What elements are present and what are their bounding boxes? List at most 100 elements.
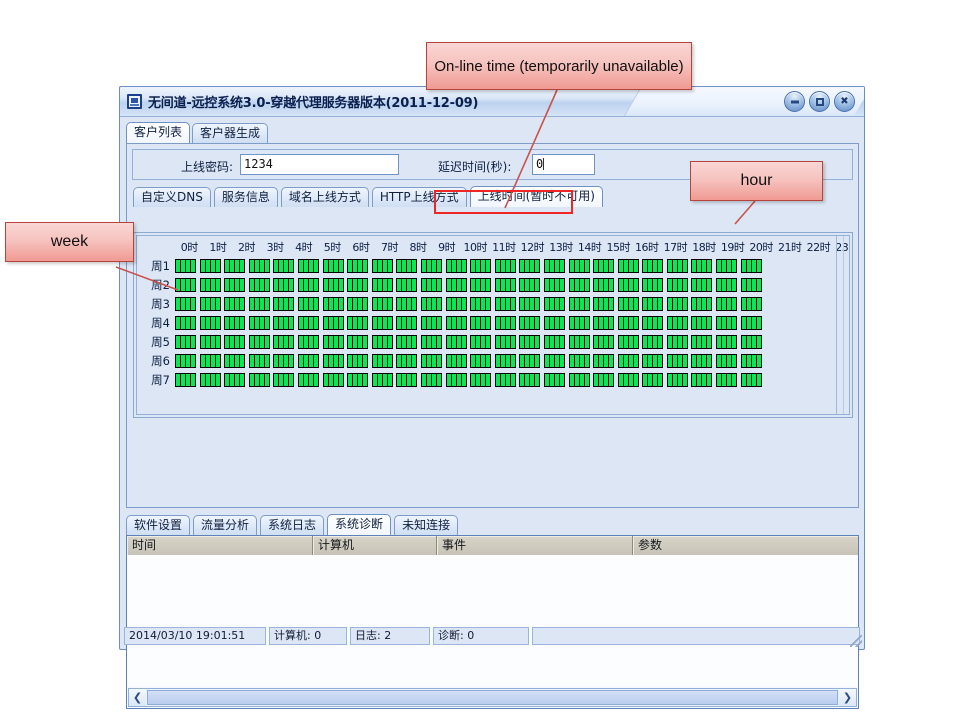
quarter-cell[interactable] bbox=[558, 334, 565, 349]
quarter-cell[interactable] bbox=[731, 353, 738, 368]
quarter-cell[interactable] bbox=[657, 277, 664, 292]
quarter-cell[interactable] bbox=[731, 296, 738, 311]
quarter-cell[interactable] bbox=[288, 334, 295, 349]
quarter-cell[interactable] bbox=[706, 296, 713, 311]
quarter-cell[interactable] bbox=[731, 258, 738, 273]
quarter-cell[interactable] bbox=[681, 296, 688, 311]
quarter-cell[interactable] bbox=[263, 353, 270, 368]
quarter-cell[interactable] bbox=[755, 277, 762, 292]
quarter-cell[interactable] bbox=[608, 334, 615, 349]
quarter-cell[interactable] bbox=[337, 372, 344, 387]
quarter-cell[interactable] bbox=[337, 258, 344, 273]
quarter-cell[interactable] bbox=[657, 258, 664, 273]
quarter-cell[interactable] bbox=[460, 296, 467, 311]
column-header-event[interactable]: 事件 bbox=[437, 536, 633, 555]
quarter-cell[interactable] bbox=[608, 296, 615, 311]
quarter-cell[interactable] bbox=[214, 334, 221, 349]
quarter-cell[interactable] bbox=[583, 334, 590, 349]
tab-online-time[interactable]: 上线时间(暂时不可用) bbox=[469, 186, 603, 207]
quarter-cell[interactable] bbox=[386, 372, 393, 387]
quarter-cell[interactable] bbox=[706, 277, 713, 292]
quarter-cell[interactable] bbox=[386, 315, 393, 330]
quarter-cell[interactable] bbox=[534, 353, 541, 368]
quarter-cell[interactable] bbox=[632, 296, 639, 311]
quarter-cell[interactable] bbox=[657, 296, 664, 311]
quarter-cell[interactable] bbox=[755, 315, 762, 330]
quarter-cell[interactable] bbox=[681, 277, 688, 292]
schedule-grid[interactable]: 0时 1时 2时 3时 4时 5时 6时 7时 8时 9时 10时 11时 12时 13时 14时 15时 16… bbox=[136, 235, 850, 415]
quarter-cell[interactable] bbox=[509, 353, 516, 368]
tab-system-diagnostics[interactable]: 系统诊断 bbox=[327, 514, 392, 535]
quarter-cell[interactable] bbox=[190, 353, 196, 368]
tab-client-builder[interactable]: 客户器生成 bbox=[192, 123, 269, 143]
chevron-left-icon[interactable]: ❮ bbox=[129, 689, 146, 706]
quarter-cell[interactable] bbox=[583, 353, 590, 368]
quarter-cell[interactable] bbox=[239, 372, 246, 387]
quarter-cell[interactable] bbox=[485, 315, 492, 330]
quarter-cell[interactable] bbox=[263, 334, 270, 349]
quarter-cell[interactable] bbox=[632, 258, 639, 273]
quarter-cell[interactable] bbox=[534, 258, 541, 273]
quarter-cell[interactable] bbox=[509, 315, 516, 330]
column-header-computer[interactable]: 计算机 bbox=[313, 536, 437, 555]
quarter-cell[interactable] bbox=[386, 353, 393, 368]
resize-grip-icon[interactable] bbox=[850, 635, 862, 647]
password-input[interactable]: 1234 bbox=[240, 154, 399, 175]
tab-http-mode[interactable]: HTTP上线方式 bbox=[371, 187, 467, 207]
quarter-cell[interactable] bbox=[288, 315, 295, 330]
quarter-cell[interactable] bbox=[485, 353, 492, 368]
quarter-cell[interactable] bbox=[386, 277, 393, 292]
quarter-cell[interactable] bbox=[460, 315, 467, 330]
quarter-cell[interactable] bbox=[435, 353, 442, 368]
quarter-cell[interactable] bbox=[239, 296, 246, 311]
quarter-cell[interactable] bbox=[706, 315, 713, 330]
quarter-cell[interactable] bbox=[312, 334, 319, 349]
quarter-cell[interactable] bbox=[583, 315, 590, 330]
table-body[interactable] bbox=[127, 555, 858, 686]
quarter-cell[interactable] bbox=[312, 296, 319, 311]
quarter-cell[interactable] bbox=[190, 258, 196, 273]
quarter-cell[interactable] bbox=[534, 372, 541, 387]
quarter-cell[interactable] bbox=[509, 296, 516, 311]
quarter-cell[interactable] bbox=[460, 353, 467, 368]
quarter-cell[interactable] bbox=[239, 315, 246, 330]
quarter-cell[interactable] bbox=[411, 353, 418, 368]
minimize-button[interactable] bbox=[784, 91, 805, 112]
quarter-cell[interactable] bbox=[362, 372, 369, 387]
quarter-cell[interactable] bbox=[558, 296, 565, 311]
quarter-cell[interactable] bbox=[731, 372, 738, 387]
quarter-cell[interactable] bbox=[312, 315, 319, 330]
quarter-cell[interactable] bbox=[214, 258, 221, 273]
tab-service-info[interactable]: 服务信息 bbox=[213, 187, 278, 207]
quarter-cell[interactable] bbox=[583, 277, 590, 292]
quarter-cell[interactable] bbox=[288, 372, 295, 387]
quarter-cell[interactable] bbox=[681, 372, 688, 387]
quarter-cell[interactable] bbox=[755, 334, 762, 349]
quarter-cell[interactable] bbox=[509, 258, 516, 273]
quarter-cell[interactable] bbox=[435, 315, 442, 330]
quarter-cell[interactable] bbox=[632, 372, 639, 387]
chevron-right-icon[interactable]: ❯ bbox=[839, 689, 856, 706]
quarter-cell[interactable] bbox=[608, 258, 615, 273]
quarter-cell[interactable] bbox=[362, 353, 369, 368]
quarter-cell[interactable] bbox=[755, 372, 762, 387]
quarter-cell[interactable] bbox=[608, 315, 615, 330]
quarter-cell[interactable] bbox=[460, 258, 467, 273]
quarter-cell[interactable] bbox=[460, 334, 467, 349]
quarter-cell[interactable] bbox=[534, 315, 541, 330]
quarter-cell[interactable] bbox=[435, 334, 442, 349]
quarter-cell[interactable] bbox=[509, 334, 516, 349]
quarter-cell[interactable] bbox=[288, 258, 295, 273]
quarter-cell[interactable] bbox=[435, 277, 442, 292]
quarter-cell[interactable] bbox=[214, 372, 221, 387]
quarter-cell[interactable] bbox=[312, 372, 319, 387]
quarter-cell[interactable] bbox=[583, 296, 590, 311]
quarter-cell[interactable] bbox=[706, 258, 713, 273]
quarter-cell[interactable] bbox=[485, 277, 492, 292]
quarter-cell[interactable] bbox=[362, 334, 369, 349]
quarter-cell[interactable] bbox=[411, 296, 418, 311]
quarter-cell[interactable] bbox=[411, 277, 418, 292]
quarter-cell[interactable] bbox=[706, 353, 713, 368]
quarter-cell[interactable] bbox=[435, 372, 442, 387]
quarter-cell[interactable] bbox=[386, 334, 393, 349]
